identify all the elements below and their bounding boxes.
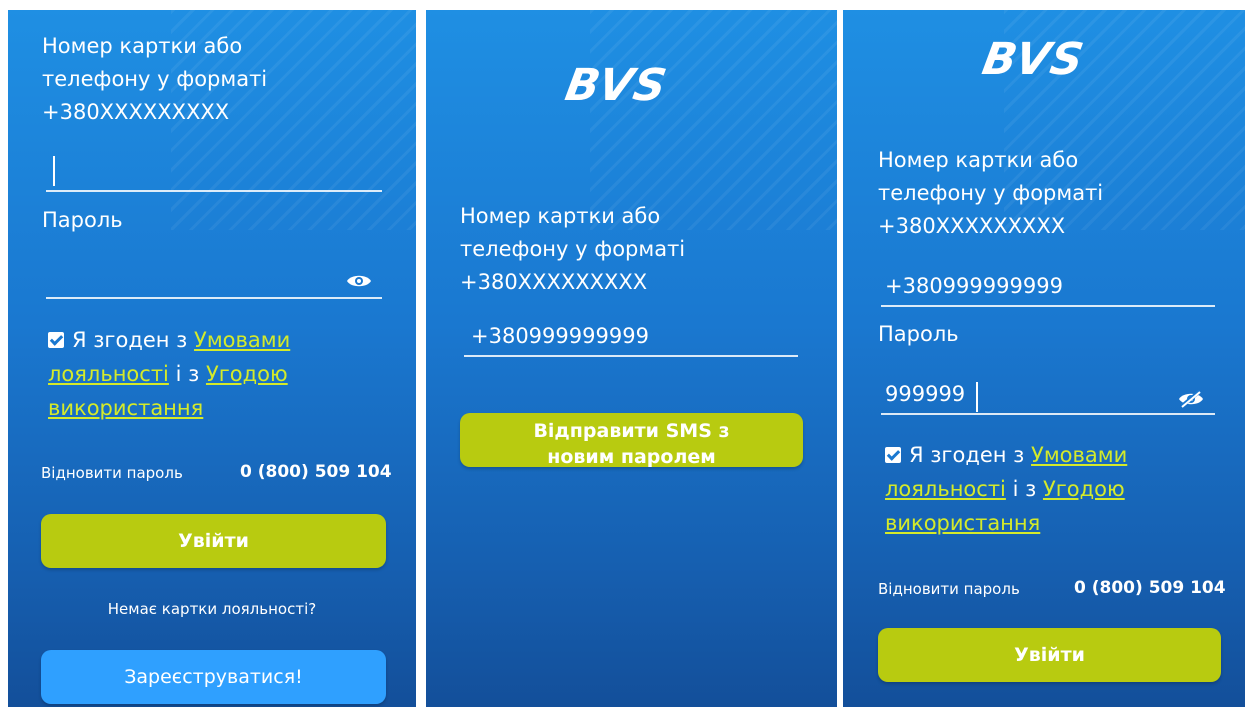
hotline-phone[interactable]: 0 (800) 509 104 <box>1074 578 1226 598</box>
hide-password-icon[interactable] <box>1178 390 1204 408</box>
card-number-underline <box>464 355 798 357</box>
agreement-row: Я згоден з Умовами лояльності і з Угодою… <box>885 438 1215 540</box>
agree-prefix: Я згоден з <box>72 328 188 352</box>
agree-prefix: Я згоден з <box>909 443 1025 467</box>
restore-password-link[interactable]: Відновити пароль <box>878 580 1020 598</box>
send-sms-button[interactable]: Відправити SMS з новим паролем <box>460 413 803 468</box>
bvs-logo: BVS <box>978 34 1088 85</box>
password-input[interactable] <box>46 260 382 300</box>
login-screen-empty: Номер картки або телефону у форматі +380… <box>8 10 416 707</box>
no-card-text: Немає картки лояльності? <box>107 600 317 618</box>
hotline-phone[interactable]: 0 (800) 509 104 <box>240 462 392 482</box>
agreement-checkbox[interactable] <box>885 447 901 463</box>
agree-middle: і з <box>175 362 200 386</box>
show-password-icon[interactable] <box>346 272 372 290</box>
password-label: Пароль <box>878 322 959 346</box>
password-input[interactable]: 999999 <box>881 382 1215 416</box>
card-number-input[interactable]: +380999999999 <box>466 324 798 358</box>
register-button[interactable]: Зареєструватися! <box>41 650 386 704</box>
password-underline <box>881 413 1215 415</box>
card-number-value: +380999999999 <box>471 324 649 348</box>
text-cursor <box>53 156 55 186</box>
login-screen-filled: BVS Номер картки або телефону у форматі … <box>843 10 1245 707</box>
card-number-input[interactable] <box>46 150 382 194</box>
card-number-label: Номер картки або телефону у форматі +380… <box>42 34 268 124</box>
agreement-row: Я згоден з Умовами лояльності і з Угодою… <box>48 323 388 425</box>
password-underline <box>46 297 382 299</box>
card-number-underline <box>881 305 1215 307</box>
text-cursor <box>976 382 978 412</box>
agreement-checkbox[interactable] <box>48 332 64 348</box>
password-value: 999999 <box>885 382 966 406</box>
restore-password-link[interactable]: Відновити пароль <box>41 464 183 482</box>
card-number-underline <box>46 190 382 192</box>
agree-middle: і з <box>1012 477 1037 501</box>
card-number-label: Номер картки або телефону у форматі +380… <box>878 148 1104 238</box>
bvs-logo: BVS <box>561 60 671 111</box>
card-number-label: Номер картки або телефону у форматі +380… <box>460 204 686 294</box>
password-label: Пароль <box>42 208 123 232</box>
login-button[interactable]: Увійти <box>878 628 1221 682</box>
login-button[interactable]: Увійти <box>41 514 386 568</box>
card-number-input[interactable]: +380999999999 <box>881 274 1215 308</box>
card-number-value: +380999999999 <box>885 274 1063 298</box>
restore-password-screen: BVS Номер картки або телефону у форматі … <box>426 10 837 707</box>
